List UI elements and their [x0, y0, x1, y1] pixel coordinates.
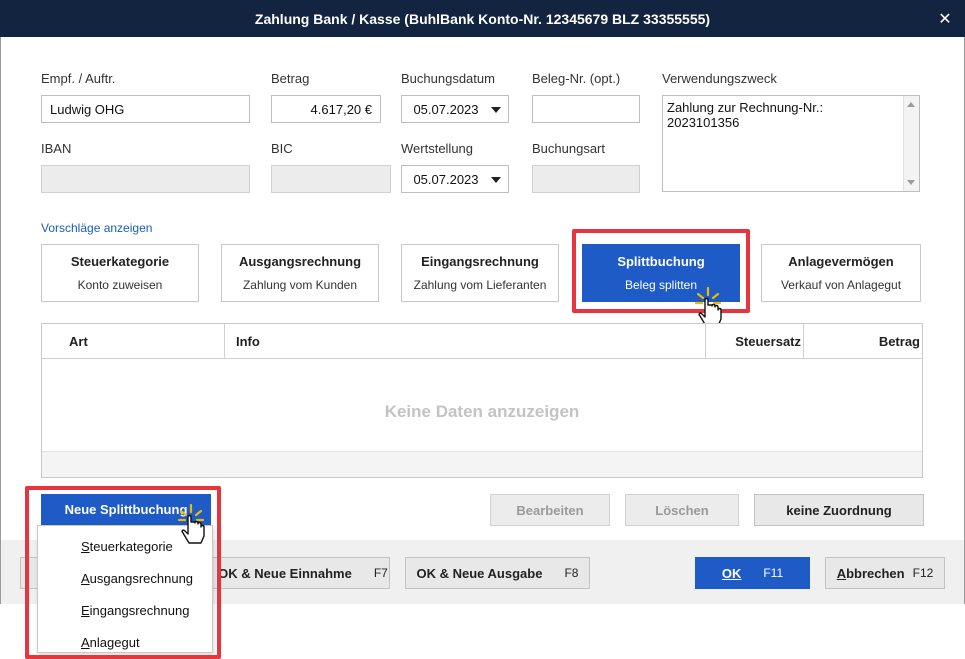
loeschen-button[interactable]: Löschen — [625, 494, 739, 526]
column-betrag[interactable]: Betrag — [803, 324, 922, 359]
abbrechen-rest: bbrechen — [846, 565, 905, 581]
menu-label: ingangsrechnung — [89, 603, 190, 618]
column-steuersatz[interactable]: Steuersatz — [705, 324, 803, 359]
card-splittbuchung[interactable]: Splittbuchung Beleg splitten — [582, 244, 740, 302]
beleg-label: Beleg-Nr. (opt.) — [532, 71, 621, 86]
abbrechen-mnemonic: A — [836, 565, 847, 581]
menu-mnemonic: A — [81, 635, 90, 650]
card-title: Splittbuchung — [617, 254, 705, 269]
shortcut-f12: F12 — [912, 566, 934, 580]
abbrechen-label: Abbrechen — [837, 566, 905, 581]
iban-field — [41, 165, 250, 193]
card-title: Steuerkategorie — [70, 254, 170, 269]
table-footer — [42, 451, 922, 477]
ok-neue-einnahme-label: OK & Neue Einnahme — [218, 565, 352, 581]
neue-splittbuchung-button[interactable]: Neue Splittbuchung — [41, 494, 211, 525]
buchungsdatum-dropdown[interactable]: 05.07.2023 — [401, 95, 509, 123]
card-ausgangsrechnung[interactable]: Ausgangsrechnung Zahlung vom Kunden — [221, 244, 379, 302]
menu-item-ausgangsrechnung[interactable]: Ausgangsrechnung — [81, 571, 193, 586]
empty-message: Keine Daten anzuzeigen — [384, 402, 580, 421]
menu-item-steuerkategorie[interactable]: Steuerkategorie — [81, 539, 173, 554]
shortcut-f8: F8 — [564, 566, 579, 580]
menu-mnemonic: A — [81, 571, 90, 586]
chevron-down-icon[interactable] — [491, 177, 501, 183]
card-eingangsrechnung[interactable]: Eingangsrechnung Zahlung vom Lieferanten — [401, 244, 559, 302]
menu-label: nlagegut — [89, 635, 140, 650]
ok-neue-ausgabe-label: OK & Neue Ausgabe — [416, 565, 543, 581]
betrag-field[interactable]: 4.617,20 € — [271, 95, 381, 123]
empf-value: Ludwig OHG — [50, 101, 125, 117]
buchungsdatum-label: Buchungsdatum — [401, 71, 495, 86]
card-anlagevermoegen[interactable]: Anlagevermögen Verkauf von Anlagegut — [761, 244, 921, 302]
menu-item-anlagegut[interactable]: Anlagegut — [81, 635, 140, 650]
wertstellung-label: Wertstellung — [401, 141, 474, 156]
buchungsart-field — [532, 165, 640, 193]
card-title: Ausgangsrechnung — [238, 254, 362, 269]
card-subtitle: Zahlung vom Lieferanten — [413, 278, 547, 292]
buchungsart-label: Buchungsart — [532, 141, 605, 156]
split-table: Art Info Steuersatz Betrag Keine Daten a… — [41, 323, 923, 478]
bic-field — [271, 165, 391, 193]
scroll-down-icon[interactable] — [907, 180, 915, 185]
chevron-down-icon[interactable] — [491, 107, 501, 113]
shortcut-f7: F7 — [373, 566, 388, 580]
title-bar: Zahlung Bank / Kasse (BuhlBank Konto-Nr.… — [0, 0, 965, 37]
card-subtitle: Verkauf von Anlagegut — [780, 278, 902, 292]
empf-field[interactable]: Ludwig OHG — [41, 95, 250, 123]
empf-label: Empf. / Auftr. — [41, 71, 116, 86]
ok-button[interactable]: OK F11 — [695, 557, 810, 589]
verwendungszweck-textarea[interactable]: Zahlung zur Rechnung-Nr.: 2023101356 — [662, 95, 920, 192]
menu-mnemonic: S — [81, 539, 90, 554]
beleg-field[interactable] — [532, 95, 640, 123]
wertstellung-dropdown[interactable]: 05.07.2023 — [401, 165, 509, 193]
window-title: Zahlung Bank / Kasse (BuhlBank Konto-Nr.… — [254, 10, 711, 27]
bic-label: BIC — [271, 141, 293, 156]
splittbuchung-menu: Steuerkategorie Ausgangsrechnung Eingang… — [37, 525, 213, 653]
table-header: Art Info Steuersatz Betrag — [42, 324, 922, 359]
bearbeiten-button[interactable]: Bearbeiten — [490, 494, 610, 526]
card-steuerkategorie[interactable]: Steuerkategorie Konto zuweisen — [41, 244, 199, 302]
ok-neue-einnahme-button[interactable]: OK & Neue Einnahme F7 — [205, 557, 390, 589]
card-subtitle: Konto zuweisen — [77, 278, 163, 292]
wertstellung-value: 05.07.2023 — [413, 171, 479, 187]
verwendungszweck-label: Verwendungszweck — [662, 71, 777, 86]
shortcut-f11: F11 — [763, 566, 784, 580]
card-subtitle: Beleg splitten — [624, 278, 698, 292]
menu-label: teuerkategorie — [89, 539, 173, 554]
abbrechen-button[interactable]: Abbrechen F12 — [825, 557, 945, 589]
column-art[interactable]: Art — [69, 324, 88, 359]
card-title: Eingangsrechnung — [421, 254, 539, 269]
buchungsdatum-value: 05.07.2023 — [413, 101, 479, 117]
menu-mnemonic: E — [81, 603, 90, 618]
scroll-up-icon[interactable] — [907, 102, 915, 107]
card-title: Anlagevermögen — [788, 254, 894, 269]
menu-item-eingangsrechnung[interactable]: Eingangsrechnung — [81, 603, 189, 618]
verwendungszweck-value: Zahlung zur Rechnung-Nr.: 2023101356 — [667, 100, 824, 130]
betrag-label: Betrag — [271, 71, 310, 86]
close-icon[interactable]: ✕ — [925, 0, 965, 37]
textarea-scrollbar[interactable] — [903, 96, 919, 191]
iban-label: IBAN — [41, 141, 72, 156]
keine-zuordnung-button[interactable]: keine Zuordnung — [754, 494, 924, 526]
ok-neue-ausgabe-button[interactable]: OK & Neue Ausgabe F8 — [405, 557, 590, 589]
vorschlaege-link[interactable]: Vorschläge anzeigen — [41, 221, 152, 235]
card-subtitle: Zahlung vom Kunden — [242, 278, 358, 292]
menu-label: usgangsrechnung — [89, 571, 194, 586]
betrag-value: 4.617,20 € — [310, 101, 372, 117]
column-info[interactable]: Info — [224, 324, 705, 359]
ok-label: OK — [721, 565, 742, 581]
